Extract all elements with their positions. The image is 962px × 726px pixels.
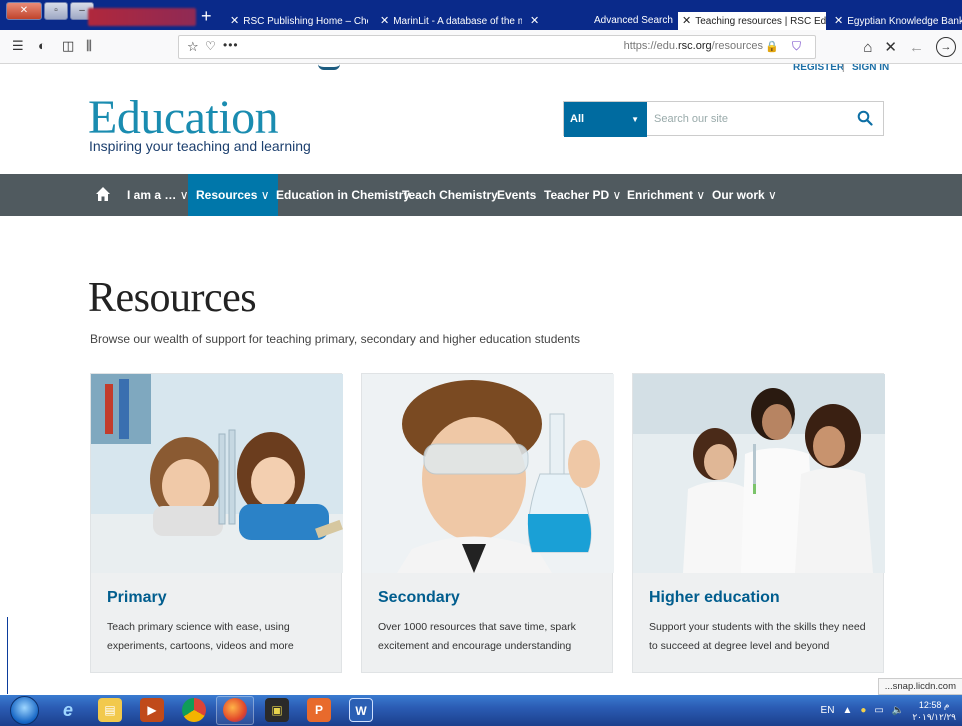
- higher-education-photo: [633, 374, 885, 573]
- window-close-button[interactable]: ✕: [6, 2, 42, 20]
- chevron-down-icon: ∨: [696, 188, 706, 202]
- address-bar[interactable]: ☆ ♡ ••• https://edu.rsc.org/resources 🔒 …: [178, 35, 816, 59]
- extension-icon[interactable]: ◐: [38, 39, 46, 53]
- card-primary[interactable]: Primary Teach primary science with ease,…: [90, 373, 343, 673]
- card-title[interactable]: Primary: [107, 589, 167, 607]
- sidebar-icon[interactable]: ◫: [62, 39, 74, 53]
- caret-down-icon: ▼: [631, 115, 639, 124]
- card-description: Support your students with the skills th…: [649, 621, 866, 652]
- search-input[interactable]: [654, 110, 844, 128]
- window-edge: [7, 617, 8, 694]
- education-logo[interactable]: Education: [88, 94, 279, 142]
- new-tab-button[interactable]: +: [201, 7, 212, 25]
- nav-enrichment[interactable]: Enrichment ∨: [627, 174, 705, 216]
- nav-education-in-chemistry[interactable]: Education in Chemistry: [276, 174, 410, 216]
- page-actions-menu[interactable]: •••: [223, 38, 239, 52]
- search-icon[interactable]: [857, 110, 873, 126]
- nav-teach-chemistry[interactable]: Teach Chemistry: [402, 174, 498, 216]
- tab-close-icon[interactable]: ✕: [230, 15, 239, 27]
- tagline: Inspiring your teaching and learning: [89, 138, 311, 154]
- status-url: ...snap.licdn.com: [877, 678, 962, 695]
- card-title[interactable]: Secondary: [378, 589, 460, 607]
- tab-egyptian-knowledge-bank[interactable]: ✕Egyptian Knowledge Bank - Sc: [830, 12, 962, 30]
- home-icon[interactable]: [95, 186, 111, 202]
- media-player-icon[interactable]: ▶: [140, 698, 164, 722]
- nav-i-am-a[interactable]: I am a … ∨: [127, 174, 189, 216]
- start-button[interactable]: [10, 696, 39, 725]
- show-hidden-icons-icon[interactable]: ▲: [842, 705, 852, 716]
- window-controls: ✕ ▫ –: [6, 2, 94, 20]
- app-icon[interactable]: ▣: [265, 698, 289, 722]
- library-icon[interactable]: ⫼: [86, 39, 92, 53]
- page-title: Resources: [88, 275, 257, 321]
- chrome-icon[interactable]: [182, 698, 206, 722]
- sign-in-link[interactable]: SIGN IN: [852, 64, 889, 74]
- taskbar: e ▤ ▶ ▣ P W EN ▲ ● ▭ 🔈 12:58 م ٢٠١٩/١٢/٢…: [0, 695, 962, 726]
- card-title[interactable]: Higher education: [649, 589, 780, 607]
- primary-photo: [91, 374, 343, 573]
- language-indicator[interactable]: EN: [821, 705, 835, 716]
- home-icon[interactable]: ⌂: [863, 39, 872, 56]
- browser-tab-strip: ✕ ▫ – + ✕ RSC Publishing Home – Chem ✕ Mar…: [0, 0, 962, 30]
- url-text[interactable]: https://edu.rsc.org/resources: [624, 40, 763, 52]
- chevron-down-icon: ∨: [612, 188, 622, 202]
- forward-icon[interactable]: →: [936, 37, 956, 57]
- volume-icon[interactable]: 🔈: [892, 705, 904, 716]
- secondary-photo: [362, 374, 614, 573]
- chevron-down-icon: ∨: [260, 188, 270, 202]
- tab-close-icon[interactable]: ✕: [530, 15, 539, 27]
- clock[interactable]: 12:58 م ٢٠١٩/١٢/٢٩: [912, 699, 956, 723]
- word-icon[interactable]: W: [349, 698, 373, 722]
- network-icon[interactable]: ▭: [874, 705, 883, 716]
- tab-rsc-publishing[interactable]: ✕ RSC Publishing Home – Chem: [226, 12, 368, 30]
- register-link[interactable]: REGISTER: [793, 64, 844, 74]
- system-tray: EN ▲ ● ▭ 🔈 12:58 م ٢٠١٩/١٢/٢٩: [821, 695, 956, 726]
- logo-arc: [318, 64, 340, 70]
- tab-close-icon[interactable]: ✕: [682, 15, 691, 27]
- stop-icon[interactable]: ✕: [884, 38, 897, 56]
- search-scope-select[interactable]: All ▼: [564, 102, 647, 137]
- chevron-down-icon: ∨: [768, 188, 777, 202]
- link-separator: |: [842, 64, 845, 73]
- tab-teaching-resources[interactable]: ✕Teaching resources | RSC Educ•: [678, 12, 826, 30]
- page-intro: Browse our wealth of support for teachin…: [90, 332, 581, 346]
- browser-toolbar: ☰ ◐ ◫ ⫼ ☆ ♡ ••• https://edu.rsc.org/reso…: [0, 30, 962, 64]
- back-arrow-icon[interactable]: ←: [909, 39, 924, 56]
- nav-events[interactable]: Events: [497, 174, 536, 216]
- main-navigation: I am a … ∨ Resources ∨ Education in Chem…: [0, 174, 962, 216]
- pocket-icon[interactable]: ♡: [205, 39, 216, 53]
- explorer-icon[interactable]: ▤: [98, 698, 122, 722]
- page-content: REGISTER | SIGN IN Education Inspiring y…: [0, 64, 962, 694]
- shield-icon[interactable]: ⛉: [792, 39, 801, 54]
- site-search: All ▼: [563, 101, 884, 137]
- lock-icon[interactable]: 🔒: [765, 40, 779, 53]
- card-higher-education[interactable]: Higher education Support your students w…: [632, 373, 885, 673]
- ie-icon[interactable]: e: [56, 698, 80, 722]
- powerpoint-icon[interactable]: P: [307, 698, 331, 722]
- card-secondary[interactable]: Secondary Over 1000 resources that save …: [361, 373, 614, 673]
- bookmark-star-icon[interactable]: ☆: [187, 39, 199, 55]
- tab-advanced-search[interactable]: Advanced Search: [590, 12, 676, 30]
- tray-app-icon[interactable]: ●: [860, 705, 866, 716]
- menu-icon[interactable]: ☰: [12, 39, 24, 53]
- card-description: Teach primary science with ease, using e…: [107, 621, 294, 652]
- nav-teacher-pd[interactable]: Teacher PD ∨: [544, 174, 621, 216]
- window-maximize-button[interactable]: ▫: [44, 2, 68, 20]
- nav-our-work[interactable]: Our work ∨: [712, 174, 777, 216]
- tab-marinlit[interactable]: ✕ MarinLit - A database of the m: [376, 12, 522, 30]
- tab-close-icon[interactable]: ✕: [380, 15, 389, 27]
- card-description: Over 1000 resources that save time, spar…: [378, 621, 576, 652]
- firefox-icon[interactable]: [223, 698, 247, 722]
- blurred-tab[interactable]: [88, 8, 196, 26]
- nav-resources[interactable]: Resources ∨: [188, 174, 278, 216]
- tab-close-icon[interactable]: ✕: [834, 15, 843, 27]
